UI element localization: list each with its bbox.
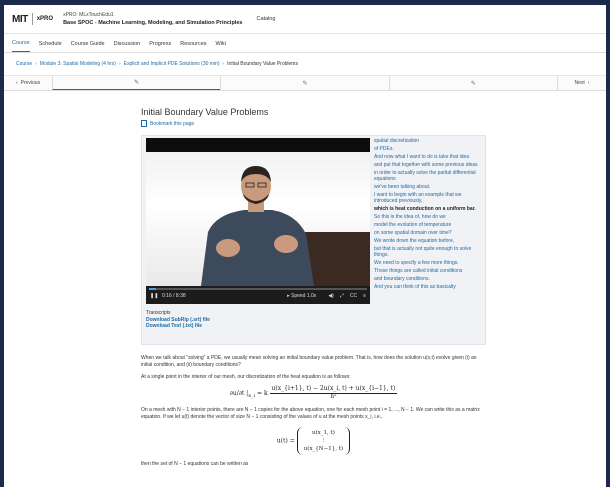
lecturer-video-frame	[146, 152, 370, 286]
course-title: Base SPOC - Machine Learning, Modeling, …	[63, 20, 243, 26]
edit-unit-icon: ✎	[470, 80, 476, 87]
vector-row: u(x_1, t)	[311, 429, 335, 436]
equation-fraction: u(x_{i+1}, t) − 2u(x_i, t) + u(x_{i−1}, …	[269, 386, 398, 401]
video-progress-bar[interactable]	[149, 288, 367, 290]
lecturer-illustration	[201, 166, 370, 286]
transcript-line[interactable]: but that is actually not quite enough to…	[374, 246, 480, 258]
mit-logo-text: MIT	[12, 13, 28, 25]
unit-content: Initial Boundary Value Problems Bookmark…	[141, 107, 486, 472]
equation-denominator: h²	[330, 393, 337, 401]
transcript-line[interactable]: which is heat conduction on a uniform ba…	[374, 206, 480, 212]
transcript-line[interactable]: and boundary conditions.	[374, 276, 480, 282]
vector-equation: u(t) = u(x_1, t) ⋮ u(x_{N−1}, t)	[141, 426, 486, 455]
breadcrumb-current: Initial Boundary Value Problems	[227, 61, 298, 67]
xpro-logo-text: xPRO	[36, 16, 54, 22]
bookmark-button[interactable]: Bookmark this page	[141, 120, 486, 127]
bookmark-icon	[141, 120, 147, 127]
breadcrumb-separator: ›	[35, 61, 37, 67]
course-org: xPRO: MLxTouchEdu1	[63, 12, 114, 18]
download-txt-link[interactable]: Download Text (.txt) file	[146, 323, 210, 330]
transcript-line[interactable]: spatial discretization	[374, 138, 480, 144]
bookmark-label: Bookmark this page	[150, 120, 195, 127]
tab-schedule[interactable]: Schedule	[39, 41, 62, 52]
browser-page: MIT xPRO xPRO: MLxTouchEdu1 Base SPOC - …	[4, 5, 606, 487]
next-button[interactable]: Next ›	[556, 76, 606, 90]
transcript-line[interactable]: and put that together with some previous…	[374, 162, 480, 168]
sequence-unit-3[interactable]: ✎	[388, 76, 557, 90]
tab-wiki[interactable]: Wiki	[216, 41, 226, 52]
transcript-line[interactable]: And now what I want to do is take that i…	[374, 154, 480, 160]
transcript-line[interactable]: So this is the idea of, how do we	[374, 214, 480, 220]
chevron-right-icon: ›	[587, 80, 590, 86]
paragraph: When we talk about "solving" a PDE, we u…	[141, 355, 477, 368]
transcript-line[interactable]: We need to specify a few more things.	[374, 260, 480, 266]
video-block: ❚❚ 0:16 / 8:38 ▸ Speed 1.0x ◀) ⤢ CC ≡ sp…	[141, 135, 486, 345]
transcript-downloads: Transcripts Download SubRip (.srt) file …	[146, 310, 210, 330]
transcript-line[interactable]: And you can think of this as basically	[374, 284, 480, 290]
page-title: Initial Boundary Value Problems	[141, 107, 269, 117]
course-info: xPRO: MLxTouchEdu1 Base SPOC - Machine L…	[63, 11, 242, 27]
video-transcript: spatial discretization of PDEs. And now wh…	[374, 138, 480, 292]
catalog-link[interactable]: Catalog	[256, 16, 275, 22]
breadcrumb: Course › Module 3: Spatial Modeling (4 h…	[4, 53, 606, 76]
discretization-equation: ∂u/∂t |x_i = k u(x_{i+1}, t) − 2u(x_i, t…	[141, 386, 486, 401]
edit-unit-icon: ✎	[134, 80, 140, 86]
paragraph: then the set of N − 1 equations can be w…	[141, 460, 249, 467]
transcript-line[interactable]: we've been talking about.	[374, 184, 480, 190]
breadcrumb-separator: ›	[118, 61, 121, 67]
tab-resources[interactable]: Resources	[180, 41, 206, 52]
video-time: 0:16 / 8:38	[162, 293, 186, 299]
transcript-line[interactable]: in order to actually solve the partial d…	[374, 170, 480, 182]
equation-k: = k	[257, 390, 268, 398]
edit-unit-icon: ✎	[302, 80, 308, 87]
video-controls: ❚❚ 0:16 / 8:38 ▸ Speed 1.0x ◀) ⤢ CC ≡	[146, 286, 370, 304]
tab-progress[interactable]: Progress	[149, 41, 171, 52]
tab-course-guide[interactable]: Course Guide	[71, 41, 105, 52]
speed-label: Speed 1.0x	[291, 293, 317, 299]
previous-label: Previous	[20, 80, 41, 86]
tab-discussion[interactable]: Discussion	[114, 41, 141, 52]
paragraph: On a mesh with N − 1 interior points, th…	[141, 406, 480, 420]
mit-xpro-logo[interactable]: MIT xPRO	[12, 12, 53, 26]
volume-icon[interactable]: ◀)	[328, 293, 334, 299]
transcript-line[interactable]: model the evolution of temperature	[374, 222, 480, 228]
transcript-line[interactable]: I want to begin with an example that we …	[374, 192, 480, 204]
course-tabs: Course Schedule Course Guide Discussion …	[4, 34, 606, 53]
tab-course[interactable]: Course	[12, 40, 30, 52]
top-header: MIT xPRO xPRO: MLxTouchEdu1 Base SPOC - …	[4, 5, 606, 34]
vector-lhs: u(t) =	[276, 437, 295, 445]
sequence-nav: ‹ Previous ✎ ✎ ✎ Next ›	[4, 76, 606, 91]
breadcrumb-course[interactable]: Course	[16, 61, 32, 67]
next-label: Next	[574, 80, 585, 86]
video-progress-fill	[149, 288, 156, 290]
chevron-left-icon: ‹	[15, 80, 18, 86]
vector-row: u(x_{N−1}, t)	[303, 445, 344, 452]
speed-button[interactable]: ▸ Speed 1.0x	[287, 293, 316, 299]
transcript-line[interactable]: Those things are called initial conditio…	[374, 268, 480, 274]
equation-lhs: ∂u/∂t |	[229, 390, 249, 398]
previous-button[interactable]: ‹ Previous	[4, 76, 52, 90]
breadcrumb-separator: ›	[222, 61, 225, 67]
paragraph: At a single point in the interior of our…	[141, 373, 351, 380]
breadcrumb-module[interactable]: Module 3: Spatial Modeling (4 hrs)	[40, 61, 116, 67]
vector-column: u(x_1, t) ⋮ u(x_{N−1}, t)	[296, 426, 351, 455]
transcript-toggle-icon[interactable]: ≡	[363, 293, 366, 299]
fullscreen-icon[interactable]: ⤢	[340, 293, 344, 299]
logo-divider	[31, 13, 33, 25]
equation-subscript: x_i	[248, 393, 256, 400]
lesson-text: When we talk about "solving" a PDE, we u…	[141, 355, 486, 467]
transcript-line[interactable]: We wrote down the equation before,	[374, 238, 480, 244]
transcript-line[interactable]: of PDEs.	[374, 146, 480, 152]
pause-icon[interactable]: ❚❚	[150, 293, 158, 299]
vector-row: ⋮	[320, 437, 327, 444]
sequence-unit-1[interactable]: ✎	[52, 76, 221, 90]
sequence-unit-2[interactable]: ✎	[220, 76, 388, 90]
captions-icon[interactable]: CC	[350, 293, 357, 299]
breadcrumb-section[interactable]: Explicit and Implicit PDE Solutions (30 …	[124, 61, 220, 67]
video-player[interactable]: ❚❚ 0:16 / 8:38 ▸ Speed 1.0x ◀) ⤢ CC ≡	[146, 138, 370, 304]
speed-icon: ▸	[287, 293, 290, 299]
transcript-line[interactable]: on some spatial domain over time?	[374, 230, 480, 236]
